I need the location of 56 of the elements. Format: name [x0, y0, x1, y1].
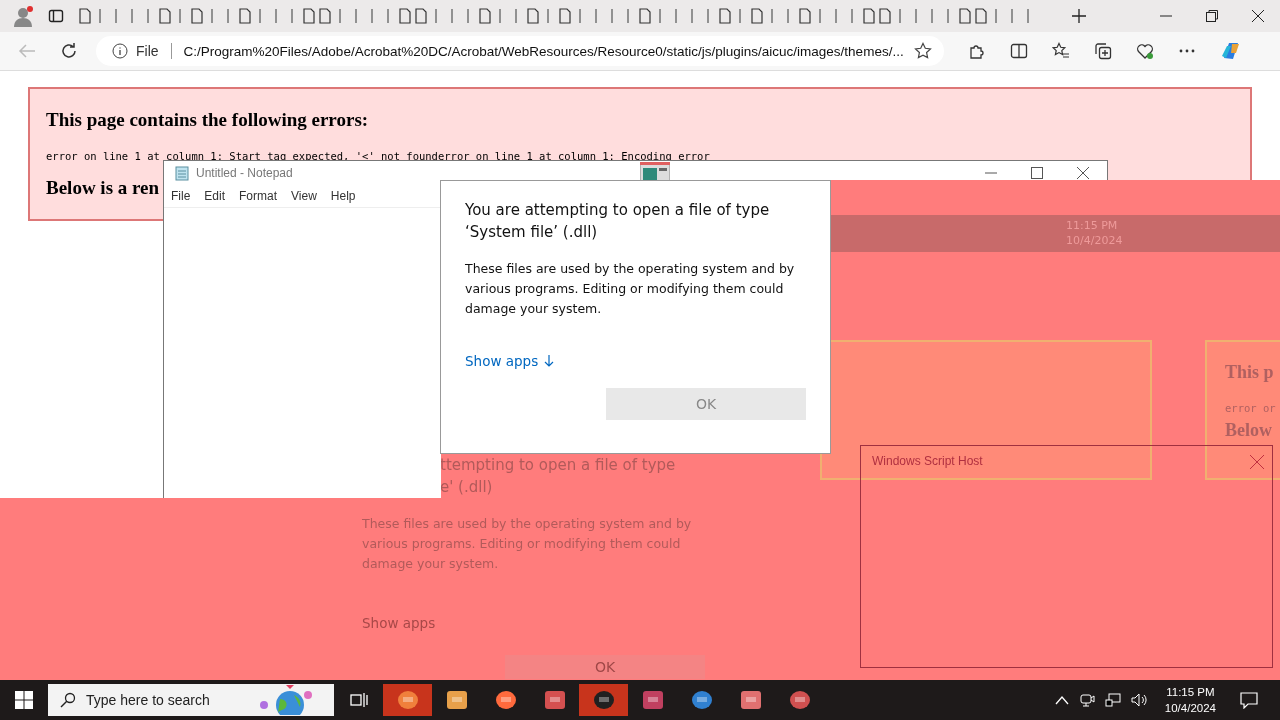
- meet-icon[interactable]: [1078, 692, 1095, 708]
- volume-icon[interactable]: [1130, 692, 1149, 708]
- menu-item[interactable]: View: [291, 189, 317, 203]
- copilot-icon[interactable]: [1220, 40, 1242, 62]
- notification-icon[interactable]: [1240, 691, 1258, 709]
- search-icon: [60, 692, 76, 708]
- heart-pulse-icon[interactable]: [1136, 42, 1154, 60]
- render-note: Below is a ren: [46, 177, 160, 199]
- extensions-icon[interactable]: [968, 42, 986, 60]
- search-input[interactable]: Type here to search: [84, 691, 248, 709]
- favorite-star-icon[interactable]: [914, 42, 932, 60]
- new-tab-icon[interactable]: [1072, 9, 1086, 23]
- menu-item[interactable]: Edit: [204, 189, 226, 203]
- dialog-message: These files are used by the operating system and by various programs. Editing or modifying them could damage your system.: [465, 260, 796, 318]
- menu-item[interactable]: File: [171, 189, 191, 203]
- ghost-dialog-title: ttempting to open a file of type e' (.dll): [440, 455, 676, 498]
- refresh-icon[interactable]: [60, 42, 78, 60]
- start-icon[interactable]: [15, 691, 33, 709]
- window-title: Windows Script Host: [872, 454, 983, 468]
- collections-icon[interactable]: [1094, 42, 1112, 60]
- site-label: File: [136, 43, 159, 59]
- app-icon[interactable]: [542, 688, 567, 712]
- url-text: C:/Program%20Files/Adobe/Acrobat%20DC/Acrobat/WebResources/Resource0/static/js/plugins/aicuc/images/themes/...: [183, 43, 905, 59]
- ghost-heading: This p: [1225, 362, 1274, 383]
- profile-icon[interactable]: [12, 5, 34, 27]
- taskbar-clock[interactable]: 11:15 PM 10/4/2024: [1164, 684, 1216, 716]
- ghost-dialog-message: These files are used by the operating system and by various programs. Editing or modifying them could damage your system.: [362, 515, 693, 573]
- task-view-icon[interactable]: [350, 691, 368, 709]
- menu-item[interactable]: Format: [239, 189, 278, 203]
- favorites-icon[interactable]: [1052, 42, 1070, 60]
- down-arrow-icon: [544, 355, 555, 367]
- close-icon[interactable]: [1252, 10, 1264, 22]
- menu-item[interactable]: Help: [330, 189, 356, 203]
- dialog-title: You are attempting to open a file of type ‘System file’ (.dll): [465, 200, 771, 243]
- ghost-error-text: error or: [1225, 402, 1276, 414]
- split-screen-icon[interactable]: [1010, 42, 1028, 60]
- app-icon[interactable]: [493, 688, 518, 712]
- app-icon[interactable]: [640, 688, 665, 712]
- address-bar[interactable]: File C:/Program%20Files/Adobe/Acrobat%20DC/Acrobat/WebResources/Resource0/static/js/plugins/aicuc/images/themes/...: [96, 36, 944, 66]
- window-title: Untitled - Notepad: [196, 166, 293, 180]
- error-heading: This page contains the following errors:: [46, 108, 370, 131]
- maximize-icon[interactable]: [1031, 167, 1043, 179]
- chevron-up-icon[interactable]: [1054, 695, 1069, 705]
- notepad-icon: [174, 165, 190, 181]
- app-icon[interactable]: [689, 688, 714, 712]
- close-icon[interactable]: [1077, 167, 1089, 179]
- info-icon: [112, 43, 128, 59]
- app-icon[interactable]: [444, 688, 469, 712]
- app-icon[interactable]: [738, 688, 763, 712]
- show-apps-link[interactable]: Show apps: [465, 353, 555, 369]
- app-icon[interactable]: [787, 688, 812, 712]
- network-icon[interactable]: [1104, 692, 1121, 708]
- tab-actions-icon[interactable]: [48, 8, 64, 24]
- ghost-render-note: Below: [1225, 420, 1272, 441]
- restore-icon[interactable]: [1206, 10, 1218, 22]
- taskbar-search-field[interactable]: Type here to search: [48, 684, 334, 716]
